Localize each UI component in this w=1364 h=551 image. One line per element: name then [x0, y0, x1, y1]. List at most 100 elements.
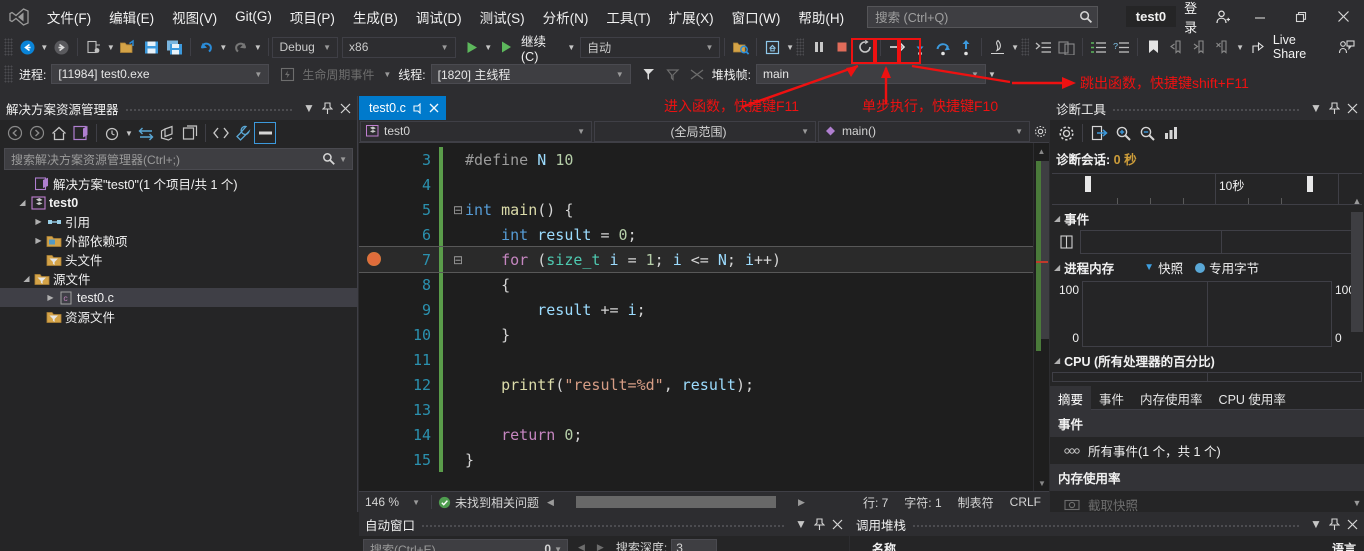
panel-drag-dots[interactable]	[124, 96, 293, 120]
scroll-down-icon[interactable]: ▼	[1350, 494, 1364, 512]
depth-value-box[interactable]: 3	[671, 538, 718, 551]
breakpoint-gutter[interactable]	[359, 172, 395, 197]
undo-icon[interactable]	[195, 35, 218, 59]
diagnostic-memory-section[interactable]: ◢ 进程内存 ▼ 快照 专用字节	[1050, 254, 1364, 279]
chevron-down-icon[interactable]: ▼	[301, 98, 317, 118]
menu-item-file[interactable]: 文件(F)	[38, 3, 100, 31]
flag-clear-icon[interactable]	[661, 62, 685, 86]
toolbar-grip[interactable]	[4, 65, 13, 83]
gear-icon[interactable]	[1054, 121, 1078, 145]
close-icon[interactable]	[829, 514, 845, 534]
show-next-statement-icon[interactable]	[885, 35, 908, 59]
scroll-thumb[interactable]	[1041, 161, 1049, 339]
new-item-dropdown[interactable]: ▼	[105, 35, 117, 59]
breakpoint-gutter[interactable]	[359, 297, 395, 322]
clear-bookmark-icon[interactable]	[1211, 35, 1234, 59]
breakpoint-gutter[interactable]	[359, 397, 395, 422]
open-file-icon[interactable]	[117, 35, 140, 59]
menu-item-window[interactable]: 窗口(W)	[723, 3, 790, 31]
preview-selected-icon[interactable]	[254, 122, 276, 144]
chevron-down-icon[interactable]: ▼	[1308, 98, 1324, 118]
tree-node-solution[interactable]: 解决方案"test0"(1 个项目/共 1 个)	[0, 174, 357, 193]
code-line[interactable]: 4	[359, 172, 1049, 197]
frame-dropdown[interactable]: ▼	[784, 35, 796, 59]
code-line[interactable]: 12 printf("result=%d", result);	[359, 372, 1049, 397]
pin-icon[interactable]	[319, 98, 335, 118]
code-line[interactable]: 15 }	[359, 447, 1049, 472]
menu-item-test[interactable]: 测试(S)	[471, 3, 534, 31]
next-bookmark-icon[interactable]	[1188, 35, 1211, 59]
toolbar-grip[interactable]	[795, 38, 805, 56]
nav-scope-combo[interactable]: (全局范围) ▼	[594, 120, 816, 142]
tab-summary[interactable]: 摘要	[1050, 386, 1092, 411]
continue-dropdown[interactable]: ▼	[566, 35, 578, 59]
tree-node-resource-files[interactable]: 资源文件	[0, 307, 357, 326]
navigate-back-dropdown[interactable]: ▼	[39, 35, 51, 59]
scroll-track[interactable]	[1036, 161, 1049, 471]
scroll-left-icon[interactable]: ◀	[547, 497, 554, 508]
hot-reload-dropdown[interactable]: ▼	[1009, 35, 1021, 59]
minimize-button[interactable]	[1239, 2, 1281, 32]
previous-icon[interactable]: ◀	[572, 542, 591, 551]
pin-icon[interactable]	[412, 102, 423, 114]
tree-node-project[interactable]: ◢ test0	[0, 193, 357, 212]
pin-icon[interactable]	[1326, 98, 1342, 118]
tree-node-source-files[interactable]: ◢ 源文件	[0, 269, 357, 288]
breakpoint-gutter[interactable]	[359, 247, 395, 272]
code-line[interactable]: 9 result += i;	[359, 297, 1049, 322]
panel-drag-dots[interactable]	[912, 512, 1300, 536]
twisty-expanded[interactable]: ◢	[1054, 356, 1060, 365]
redo-dropdown[interactable]: ▼	[252, 35, 264, 59]
nav-project-combo[interactable]: test0 ▼	[360, 120, 592, 142]
fold-marker-collapse[interactable]: ⊟	[451, 203, 465, 217]
code-line[interactable]: 10 }	[359, 322, 1049, 347]
save-all-icon[interactable]	[163, 35, 186, 59]
tree-node-external-deps[interactable]: ▶ 外部依赖项	[0, 231, 357, 250]
horizontal-scroll-thumb[interactable]	[575, 496, 776, 508]
menu-item-debug[interactable]: 调试(D)	[407, 3, 471, 31]
twisty-collapsed[interactable]: ▶	[32, 236, 45, 245]
code-line[interactable]: 13	[359, 397, 1049, 422]
scroll-down-icon[interactable]: ▼	[1034, 475, 1049, 491]
live-share-button[interactable]: Live Share	[1246, 33, 1335, 61]
twisty-expanded[interactable]: ◢	[20, 274, 33, 283]
breakpoint-gutter[interactable]	[359, 272, 395, 297]
breakpoint-gutter[interactable]	[359, 347, 395, 372]
menu-item-tools[interactable]: 工具(T)	[597, 3, 659, 31]
tab-cpu-usage[interactable]: CPU 使用率	[1211, 386, 1294, 411]
start-dropdown[interactable]: ▼	[483, 35, 495, 59]
panel-drag-dots[interactable]	[421, 512, 785, 536]
close-icon[interactable]	[429, 103, 439, 113]
search-options-dropdown[interactable]: ▼	[336, 155, 350, 164]
solution-configuration-combo[interactable]: Debug ▼	[272, 36, 339, 58]
tree-node-references[interactable]: ▶ 引用	[0, 212, 357, 231]
menu-item-analyze[interactable]: 分析(N)	[534, 3, 598, 31]
hot-reload-icon[interactable]	[986, 35, 1009, 59]
close-icon[interactable]	[1344, 98, 1360, 118]
events-track[interactable]	[1080, 230, 1362, 254]
restore-button[interactable]	[1281, 2, 1323, 32]
uncomment-icon[interactable]: ?	[1110, 35, 1133, 59]
breakpoint-gutter[interactable]	[359, 197, 395, 222]
pending-changes-dropdown[interactable]: ▼	[123, 121, 135, 145]
editor-tab-test0-c[interactable]: test0.c	[359, 96, 446, 120]
comment-icon[interactable]	[1087, 35, 1110, 59]
step-over-icon[interactable]	[931, 35, 954, 59]
code-line-current[interactable]: 7 ⊟ for (size_t i = 1; i <= N; i++)	[359, 246, 1049, 273]
properties-icon[interactable]	[232, 122, 254, 144]
debug-toolbar-overflow[interactable]: ▼	[986, 62, 998, 86]
redo-icon[interactable]	[229, 35, 252, 59]
chevron-down-icon[interactable]: ▼	[793, 514, 809, 534]
process-combo[interactable]: [11984] test0.exe ▼	[51, 64, 270, 84]
refresh-icon[interactable]	[157, 122, 179, 144]
navigate-back-icon[interactable]	[16, 35, 39, 59]
menu-item-project[interactable]: 项目(P)	[281, 3, 344, 31]
twisty-collapsed[interactable]: ▶	[32, 217, 45, 226]
close-icon[interactable]	[1344, 514, 1360, 534]
back-icon[interactable]	[4, 122, 26, 144]
tree-node-header-files[interactable]: 头文件	[0, 250, 357, 269]
continue-button-label[interactable]: 继续(C)	[517, 31, 566, 64]
scroll-up-icon[interactable]: ▲	[1034, 143, 1049, 159]
flag-icon[interactable]	[637, 62, 661, 86]
code-line[interactable]: 8 {	[359, 272, 1049, 297]
